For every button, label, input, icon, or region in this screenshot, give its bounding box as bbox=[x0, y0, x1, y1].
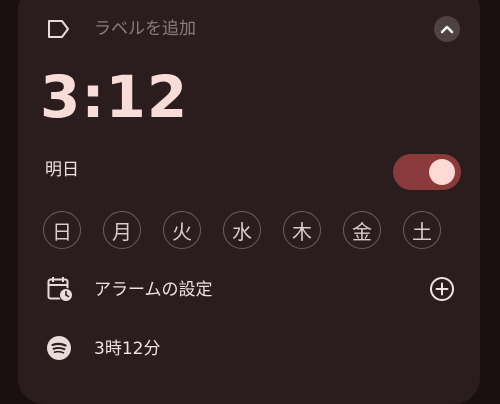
day-monday[interactable]: 月 bbox=[103, 211, 141, 249]
chevron-up-icon bbox=[440, 25, 454, 34]
toggle-knob bbox=[429, 159, 455, 185]
add-label-text[interactable]: ラベルを追加 bbox=[94, 17, 196, 41]
day-thursday[interactable]: 木 bbox=[283, 211, 321, 249]
alarm-card bbox=[18, 0, 480, 404]
alarm-time[interactable]: 3:12 bbox=[40, 64, 188, 130]
day-saturday[interactable]: 土 bbox=[403, 211, 441, 249]
label-icon[interactable] bbox=[46, 18, 72, 40]
calendar-clock-icon bbox=[46, 275, 74, 303]
day-wednesday[interactable]: 水 bbox=[223, 211, 261, 249]
day-selector: 日 月 火 水 木 金 土 bbox=[43, 211, 441, 249]
add-button[interactable] bbox=[429, 276, 455, 302]
plus-circle-icon bbox=[430, 277, 454, 301]
day-friday[interactable]: 金 bbox=[343, 211, 381, 249]
day-tuesday[interactable]: 火 bbox=[163, 211, 201, 249]
spotify-icon bbox=[46, 335, 72, 361]
schedule-label: 明日 bbox=[45, 160, 79, 180]
collapse-button[interactable] bbox=[434, 16, 460, 42]
alarm-toggle[interactable] bbox=[393, 154, 461, 190]
alarm-sound-label[interactable]: 3時12分 bbox=[94, 337, 160, 361]
day-sunday[interactable]: 日 bbox=[43, 211, 81, 249]
alarm-settings-label[interactable]: アラームの設定 bbox=[94, 278, 213, 302]
